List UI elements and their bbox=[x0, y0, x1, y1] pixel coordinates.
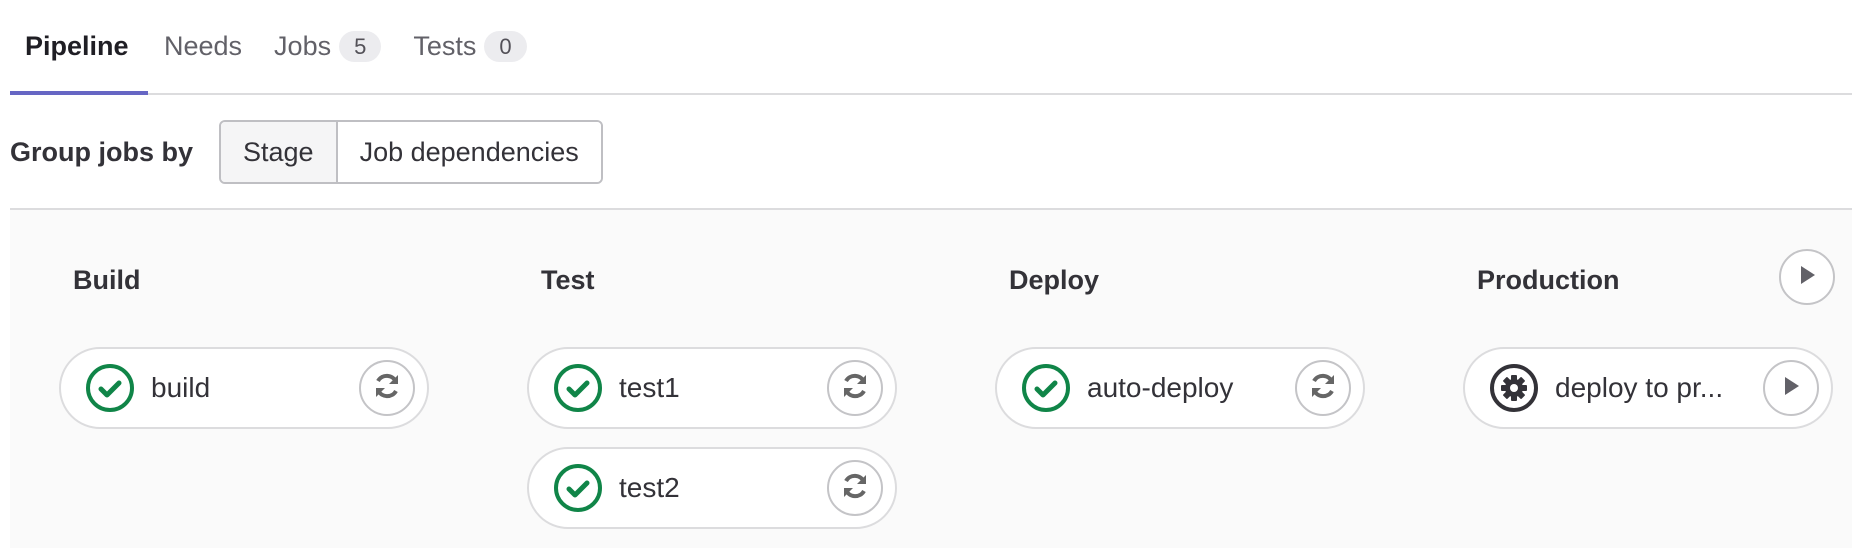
tab-jobs[interactable]: Jobs 5 bbox=[258, 0, 397, 93]
retry-button[interactable] bbox=[1295, 360, 1351, 416]
retry-icon bbox=[839, 370, 871, 407]
job-deploy-to-production[interactable]: deploy to pr... bbox=[1463, 347, 1833, 429]
stage-title: Build bbox=[73, 264, 141, 295]
stage-title: Test bbox=[541, 264, 595, 295]
tab-needs[interactable]: Needs bbox=[148, 0, 258, 93]
tab-label: Tests bbox=[413, 31, 477, 61]
stage-header: Build bbox=[73, 260, 431, 300]
status-success-icon bbox=[85, 363, 135, 413]
job-test2[interactable]: test2 bbox=[527, 447, 897, 529]
retry-button[interactable] bbox=[827, 460, 883, 516]
stage-header: Test bbox=[541, 260, 899, 300]
jobs-count-badge: 5 bbox=[339, 31, 382, 62]
job-build[interactable]: build bbox=[59, 347, 429, 429]
tab-label: Jobs bbox=[274, 31, 332, 61]
play-job-button[interactable] bbox=[1763, 360, 1819, 416]
tab-label: Pipeline bbox=[25, 31, 129, 61]
status-success-icon bbox=[553, 463, 603, 513]
retry-icon bbox=[839, 470, 871, 507]
status-success-icon bbox=[1021, 363, 1071, 413]
group-jobs-label: Group jobs by bbox=[10, 136, 194, 167]
stage-title: Production bbox=[1477, 264, 1620, 295]
status-manual-gear-icon bbox=[1489, 363, 1539, 413]
group-by-stage-button[interactable]: Stage bbox=[221, 122, 338, 182]
tab-tests[interactable]: Tests 0 bbox=[397, 0, 542, 93]
stage-header: Deploy bbox=[1009, 260, 1367, 300]
tests-count-badge: 0 bbox=[484, 31, 527, 62]
retry-button[interactable] bbox=[359, 360, 415, 416]
group-by-job-dependencies-button[interactable]: Job dependencies bbox=[337, 122, 601, 182]
job-auto-deploy[interactable]: auto-deploy bbox=[995, 347, 1365, 429]
status-success-icon bbox=[553, 363, 603, 413]
pipeline-tabs: Pipeline Needs Jobs 5 Tests 0 bbox=[10, 0, 1852, 95]
stage-title: Deploy bbox=[1009, 264, 1100, 295]
group-jobs-row: Group jobs by Stage Job dependencies bbox=[10, 120, 603, 184]
play-icon bbox=[1796, 264, 1818, 291]
tab-label: Needs bbox=[164, 31, 243, 61]
play-icon bbox=[1780, 375, 1802, 402]
job-test1[interactable]: test1 bbox=[527, 347, 897, 429]
retry-button[interactable] bbox=[827, 360, 883, 416]
retry-icon bbox=[371, 370, 403, 407]
group-by-toggle: Stage Job dependencies bbox=[219, 120, 603, 184]
pipeline-graph: Build build Test test1 test2 Deploy auto… bbox=[10, 208, 1852, 548]
retry-icon bbox=[1307, 370, 1339, 407]
play-stage-button[interactable] bbox=[1779, 249, 1835, 305]
tab-pipeline[interactable]: Pipeline bbox=[10, 0, 148, 95]
